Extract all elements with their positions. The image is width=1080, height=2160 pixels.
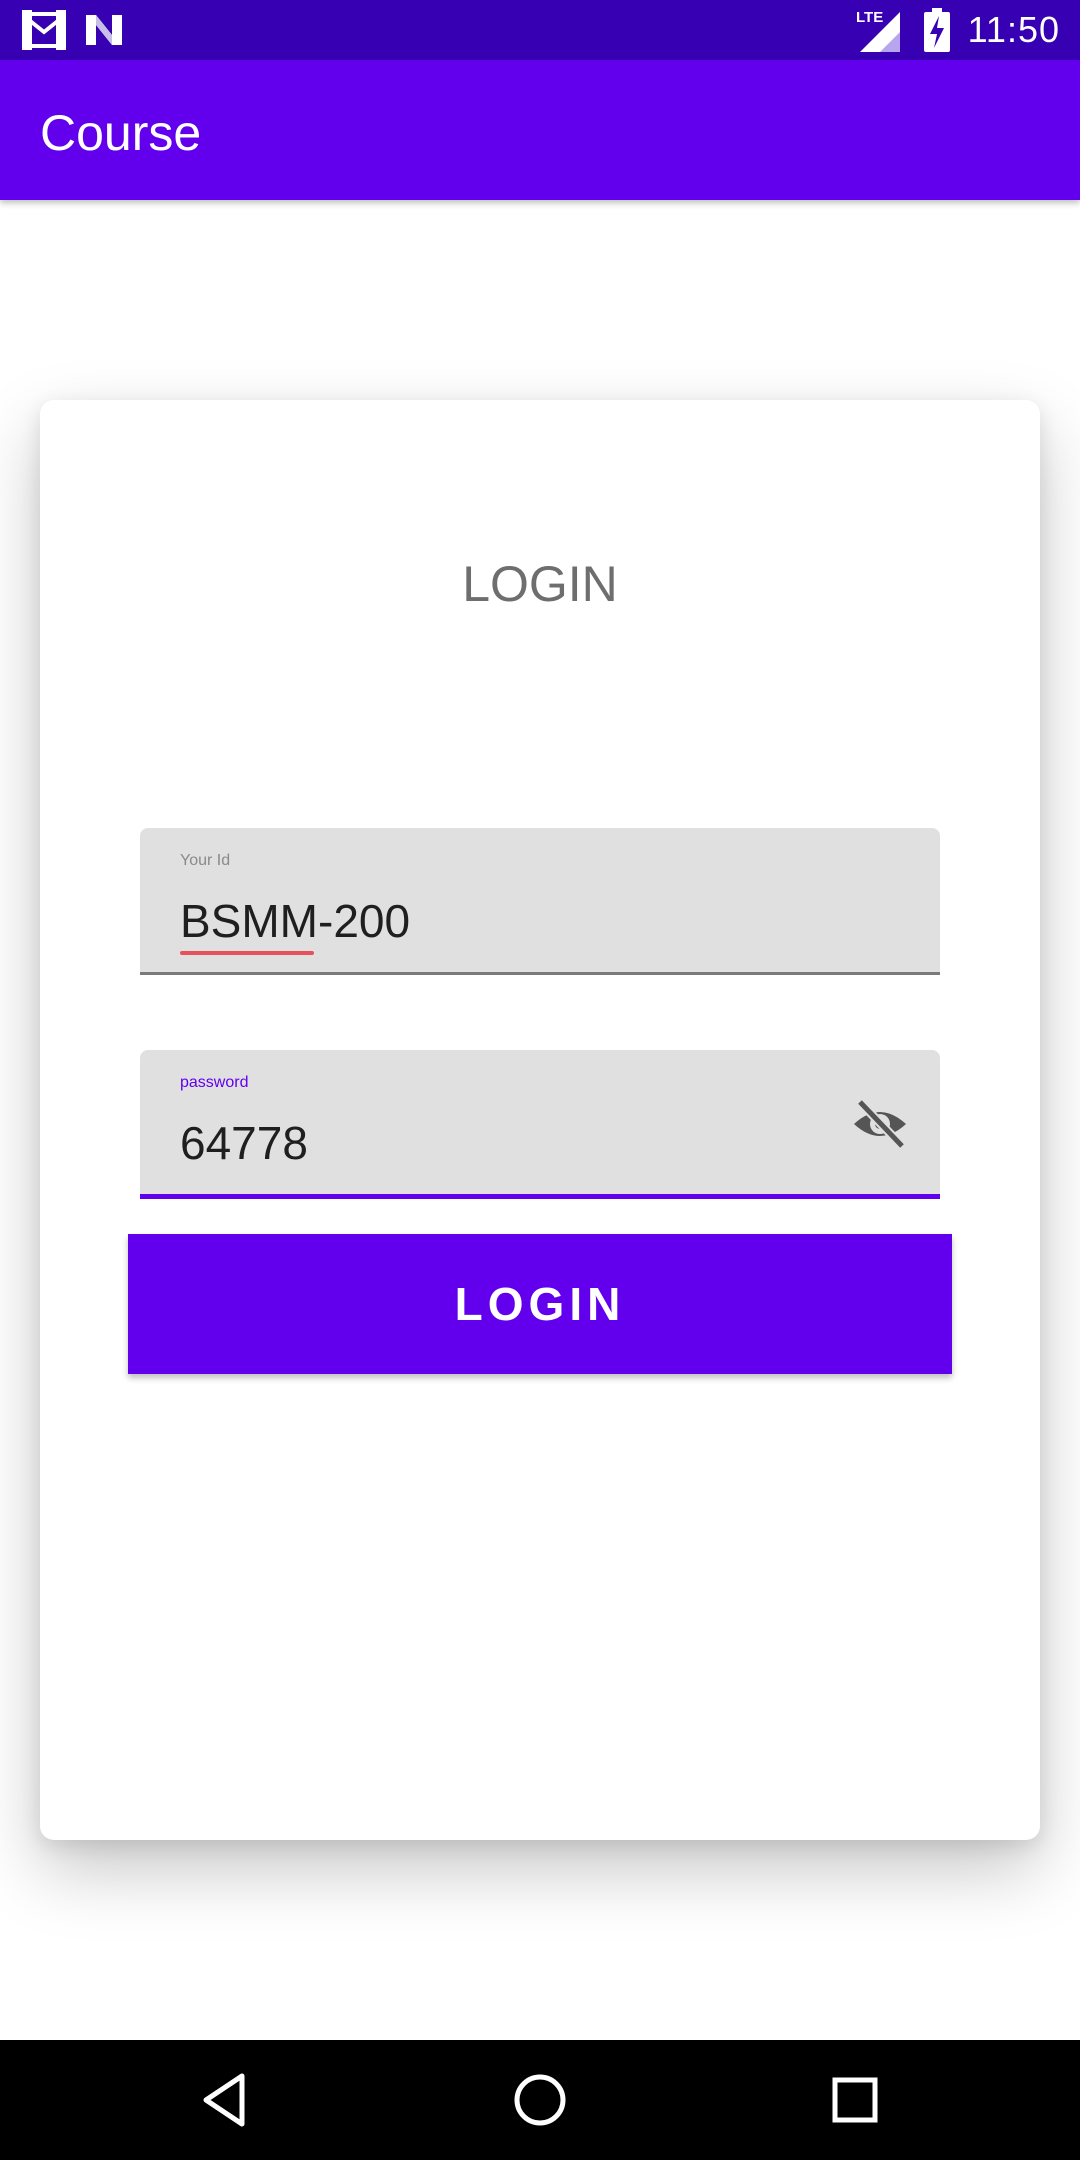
password-field-label: password [180, 1074, 249, 1091]
status-left-icons [22, 10, 124, 50]
n-icon [86, 15, 122, 45]
navigation-bar [0, 2040, 1080, 2160]
status-bar: LTE 11:50 [0, 0, 1080, 60]
network-type-label: LTE [856, 9, 883, 26]
back-icon[interactable] [196, 2070, 256, 2130]
login-card: LOGIN Your Id password LOGIN [40, 400, 1040, 1840]
id-field[interactable]: Your Id [140, 828, 940, 975]
recents-icon[interactable] [825, 2070, 885, 2130]
status-right-icons: LTE 11:50 [854, 6, 1060, 54]
password-field[interactable]: password [140, 1050, 940, 1199]
id-field-label: Your Id [180, 852, 231, 869]
clock-time: 11:50 [967, 9, 1060, 50]
login-heading: LOGIN [462, 556, 618, 612]
spellcheck-underline [180, 951, 314, 955]
id-input[interactable] [180, 894, 800, 948]
app-title: Course [40, 105, 202, 161]
home-icon[interactable] [510, 2070, 570, 2130]
password-input[interactable] [180, 1116, 800, 1170]
login-button[interactable]: LOGIN [128, 1234, 952, 1374]
eye-off-icon[interactable] [850, 1094, 910, 1154]
gmail-icon [22, 10, 66, 50]
signal-icon: LTE [856, 9, 900, 52]
app-bar: Course [0, 60, 1080, 200]
battery-charging-icon [923, 8, 950, 52]
